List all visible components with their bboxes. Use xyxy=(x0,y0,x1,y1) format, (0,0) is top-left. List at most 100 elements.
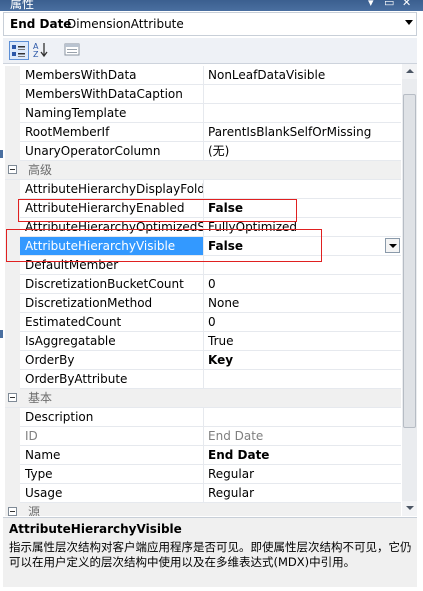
property-name[interactable]: DiscretizationMethod xyxy=(20,294,204,312)
left-edge-marker xyxy=(0,150,3,158)
property-row[interactable]: RootMemberIf ParentIsBlankSelfOrMissing xyxy=(5,123,401,142)
alphabetical-sort-icon: A Z xyxy=(33,42,48,59)
property-name[interactable]: IsAggregatable xyxy=(20,332,204,350)
row-gutter xyxy=(5,465,20,484)
category-row[interactable]: 源 xyxy=(5,503,401,516)
row-gutter xyxy=(5,66,20,85)
property-value[interactable]: End Date xyxy=(204,446,401,464)
description-title: AttributeHierarchyVisible xyxy=(9,522,182,536)
properties-toolbar: A Z xyxy=(3,38,417,64)
property-value[interactable]: None xyxy=(204,294,401,312)
row-gutter xyxy=(5,427,20,446)
object-name: End Date xyxy=(10,17,72,31)
property-row[interactable]: DiscretizationMethod None xyxy=(5,294,401,313)
property-row[interactable]: AttributeHierarchyDisplayFolder xyxy=(5,180,401,199)
vertical-scrollbar[interactable] xyxy=(402,64,417,516)
property-name[interactable]: DiscretizationBucketCount xyxy=(20,275,204,293)
row-gutter xyxy=(5,104,20,123)
property-name[interactable]: OrderByAttribute xyxy=(20,370,204,388)
row-gutter xyxy=(5,294,20,313)
property-row[interactable]: IsAggregatable True xyxy=(5,332,401,351)
row-gutter xyxy=(5,313,20,332)
row-gutter xyxy=(5,275,20,294)
property-value[interactable] xyxy=(204,370,401,388)
property-value[interactable]: Key xyxy=(204,351,401,369)
property-row[interactable]: DiscretizationBucketCount 0 xyxy=(5,275,401,294)
categorized-button[interactable] xyxy=(9,41,29,60)
category-row[interactable]: 基本 xyxy=(5,389,401,408)
property-value[interactable]: ParentIsBlankSelfOrMissing xyxy=(204,123,401,141)
property-name[interactable]: MembersWithDataCaption xyxy=(20,85,204,103)
category-label: 基本 xyxy=(28,391,53,405)
category-row[interactable]: 高级 xyxy=(5,161,401,180)
property-name[interactable]: Usage xyxy=(20,484,204,502)
property-value[interactable] xyxy=(204,180,401,198)
property-name[interactable]: Type xyxy=(20,465,204,483)
scroll-down-icon[interactable] xyxy=(402,501,417,516)
collapse-icon[interactable] xyxy=(8,165,17,174)
property-pages-button[interactable] xyxy=(63,41,83,60)
property-row[interactable]: Type Regular xyxy=(5,465,401,484)
property-value[interactable]: 0 xyxy=(204,313,401,331)
property-value[interactable] xyxy=(204,104,401,122)
property-name[interactable]: RootMemberIf xyxy=(20,123,204,141)
chevron-down-icon[interactable] xyxy=(405,20,413,25)
scroll-up-icon[interactable] xyxy=(402,64,417,79)
scroll-thumb[interactable] xyxy=(403,94,416,428)
property-name[interactable]: UnaryOperatorColumn xyxy=(20,142,204,160)
categorized-icon xyxy=(12,45,25,57)
property-row[interactable]: NamingTemplate xyxy=(5,104,401,123)
property-name[interactable]: Description xyxy=(20,408,204,426)
description-pane: AttributeHierarchyVisible 指示属性层次结构对客户端应用… xyxy=(3,517,417,587)
value-dropdown-icon[interactable] xyxy=(385,238,400,253)
alphabetical-button[interactable]: A Z xyxy=(32,41,52,60)
description-text: 指示属性层次结构对客户端应用程序是否可见。即使属性层次结构不可见，它仍可以在用户… xyxy=(9,540,412,569)
svg-text:Z: Z xyxy=(33,50,39,58)
property-value[interactable]: True xyxy=(204,332,401,350)
property-value[interactable] xyxy=(204,85,401,103)
pin-icon[interactable]: ▭ xyxy=(384,0,394,9)
property-value[interactable]: (无) xyxy=(204,142,401,160)
property-name[interactable]: MembersWithData xyxy=(20,66,204,84)
collapse-icon[interactable] xyxy=(8,393,17,402)
property-name[interactable]: NamingTemplate xyxy=(20,104,204,122)
object-selector[interactable]: End Date DimensionAttribute xyxy=(3,12,417,36)
property-row[interactable]: MembersWithDataCaption xyxy=(5,85,401,104)
window-title-bar: 属性 ▾ ▭ ✕ xyxy=(0,0,423,11)
property-row[interactable]: MembersWithData NonLeafDataVisible xyxy=(5,66,401,85)
highlight-box-enabled xyxy=(18,199,297,222)
window-position-icon[interactable]: ▾ xyxy=(368,0,374,9)
property-value[interactable]: Regular xyxy=(204,465,401,483)
property-row[interactable]: OrderByAttribute xyxy=(5,370,401,389)
property-row[interactable]: UnaryOperatorColumn (无) xyxy=(5,142,401,161)
property-value[interactable]: End Date xyxy=(204,427,401,445)
property-row[interactable]: OrderBy Key xyxy=(5,351,401,370)
category-label: 高级 xyxy=(28,163,53,177)
property-name[interactable]: AttributeHierarchyDisplayFolder xyxy=(20,180,204,198)
property-row[interactable]: EstimatedCount 0 xyxy=(5,313,401,332)
property-row[interactable]: Name End Date xyxy=(5,446,401,465)
property-row[interactable]: Usage Regular xyxy=(5,484,401,503)
property-row[interactable]: ID End Date xyxy=(5,427,401,446)
property-value[interactable]: NonLeafDataVisible xyxy=(204,66,401,84)
property-name[interactable]: Name xyxy=(20,446,204,464)
row-gutter xyxy=(5,351,20,370)
property-name[interactable]: ID xyxy=(20,427,204,445)
property-name[interactable]: EstimatedCount xyxy=(20,313,204,331)
row-gutter xyxy=(5,408,20,427)
row-gutter xyxy=(5,180,20,199)
close-icon[interactable]: ✕ xyxy=(402,0,411,9)
row-gutter xyxy=(5,370,20,389)
property-name[interactable]: OrderBy xyxy=(20,351,204,369)
property-row[interactable]: Description xyxy=(5,408,401,427)
collapse-icon[interactable] xyxy=(8,507,17,516)
row-gutter xyxy=(5,446,20,465)
row-gutter xyxy=(5,123,20,142)
window-title: 属性 xyxy=(10,0,35,11)
property-grid: MembersWithData NonLeafDataVisible Members… xyxy=(5,64,401,516)
property-value[interactable]: Regular xyxy=(204,484,401,502)
property-value[interactable]: 0 xyxy=(204,275,401,293)
property-value[interactable] xyxy=(204,408,401,426)
highlight-box-visible xyxy=(6,229,322,262)
property-pages-icon xyxy=(64,43,80,56)
